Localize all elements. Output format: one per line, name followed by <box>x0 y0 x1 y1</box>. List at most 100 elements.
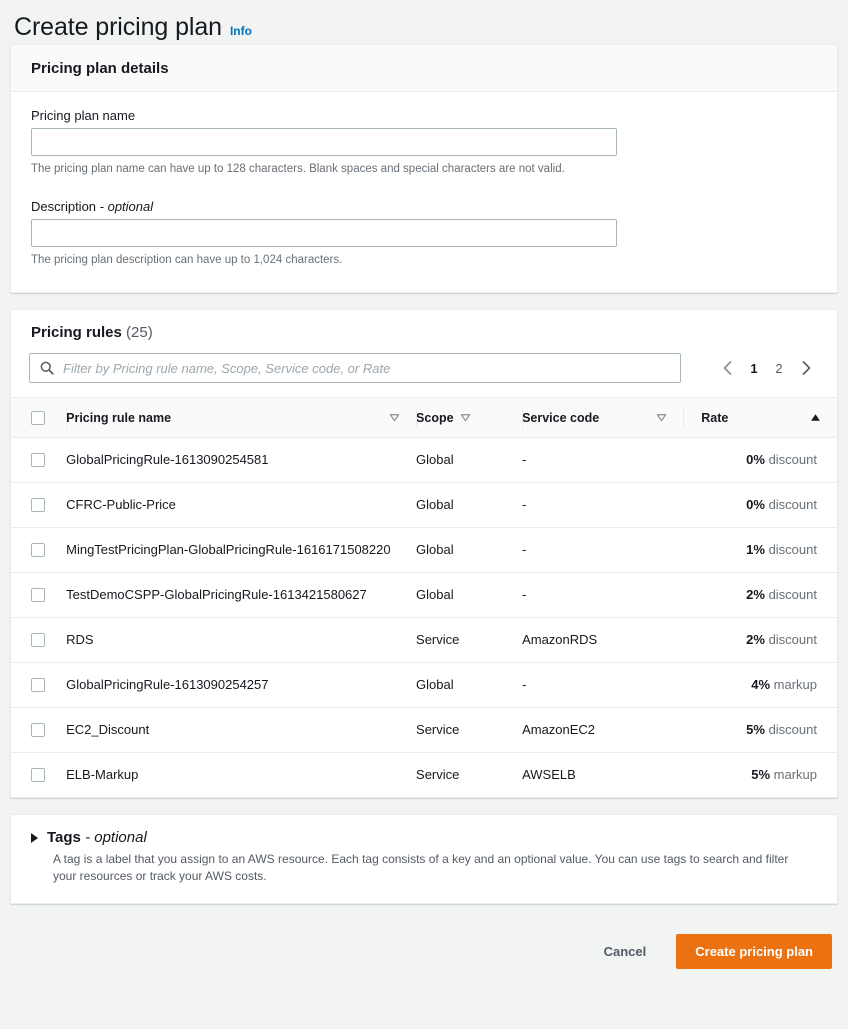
page-title: Create pricing plan <box>14 13 222 41</box>
row-checkbox[interactable] <box>31 678 45 692</box>
pricing-plan-name-field: Pricing plan name The pricing plan name … <box>31 108 817 177</box>
tags-toggle[interactable]: Tags - optional <box>31 829 817 846</box>
info-link[interactable]: Info <box>230 24 252 38</box>
cell-rate: 1% discount <box>683 527 837 573</box>
table-row[interactable]: ELB-Markup Service AWSELB 5% markup <box>11 753 837 798</box>
row-select-cell <box>11 617 67 663</box>
details-card-header: Pricing plan details <box>11 45 837 92</box>
filter-row: 1 2 <box>11 341 837 397</box>
cell-service-code: - <box>522 572 684 618</box>
tags-optional-suffix: - optional <box>85 829 147 846</box>
pagination: 1 2 <box>714 354 825 382</box>
rate-value: 5% <box>746 722 765 737</box>
column-header-scope[interactable]: Scope <box>416 397 523 438</box>
description-input[interactable] <box>31 219 617 247</box>
pricing-rules-heading: Pricing rules (25) <box>31 324 817 341</box>
row-select-cell <box>11 707 67 753</box>
sort-ascending-icon <box>810 412 821 423</box>
description-hint: The pricing plan description can have up… <box>31 254 343 266</box>
tags-description: A tag is a label that you assign to an A… <box>53 852 789 883</box>
row-checkbox[interactable] <box>31 588 45 602</box>
rate-kind: discount <box>764 542 817 557</box>
row-checkbox[interactable] <box>31 723 45 737</box>
rate-kind: discount <box>764 452 817 467</box>
cell-service-code: AmazonEC2 <box>522 707 684 753</box>
cell-pricing-rule-name: GlobalPricingRule-1613090254581 <box>66 437 417 483</box>
cell-service-code: AWSELB <box>522 767 576 782</box>
table-row[interactable]: MingTestPricingPlan-GlobalPricingRule-16… <box>11 527 837 573</box>
rate-value: 2% <box>746 632 765 647</box>
column-header-pricing-rule-name[interactable]: Pricing rule name <box>66 397 417 438</box>
cell-service-code: - <box>522 482 684 528</box>
pricing-plan-name-input[interactable] <box>31 128 617 156</box>
cell-service-code: AmazonRDS <box>522 617 684 663</box>
cell-rate: 5% markup <box>683 753 837 798</box>
rate-kind: markup <box>770 677 817 692</box>
row-checkbox[interactable] <box>31 498 45 512</box>
table-row[interactable]: RDS Service AmazonRDS 2% discount <box>11 617 837 663</box>
pagination-next-button[interactable] <box>793 354 819 382</box>
cell-scope: Service <box>416 767 460 782</box>
cell-service-code: - <box>522 527 684 573</box>
row-checkbox[interactable] <box>31 543 45 557</box>
pagination-prev-button[interactable] <box>714 354 740 382</box>
column-label-scope: Scope <box>416 410 454 425</box>
description-optional-suffix: - optional <box>99 199 154 214</box>
sort-descending-icon <box>389 412 400 423</box>
cell-pricing-rule-name: GlobalPricingRule-1613090254257 <box>66 662 417 708</box>
column-label-rate: Rate <box>701 410 729 425</box>
cell-service-code: - <box>522 437 684 483</box>
column-header-service-code[interactable]: Service code <box>522 397 684 438</box>
cell-pricing-rule-name: MingTestPricingPlan-GlobalPricingRule-16… <box>66 527 417 573</box>
cell-pricing-rule-name: RDS <box>66 617 417 663</box>
description-label-text: Description <box>31 199 97 214</box>
pricing-rules-search-input[interactable] <box>29 353 681 383</box>
create-pricing-plan-button[interactable]: Create pricing plan <box>676 934 832 969</box>
table-row[interactable]: GlobalPricingRule-1613090254257 Global - 4%… <box>11 662 837 708</box>
row-checkbox[interactable] <box>31 768 45 782</box>
form-footer: Cancel Create pricing plan <box>0 920 848 969</box>
pagination-page-2[interactable]: 2 <box>768 354 790 382</box>
table-row[interactable]: TestDemoCSPP-GlobalPricingRule-161342158… <box>11 572 837 618</box>
rate-value: 5% <box>751 767 771 782</box>
rate-kind: discount <box>764 587 817 602</box>
rate-kind: discount <box>764 722 817 737</box>
row-select-cell <box>11 527 67 573</box>
cell-scope: Global <box>416 572 523 618</box>
cell-scope: Service <box>416 707 523 753</box>
chevron-right-icon <box>802 361 810 375</box>
cell-scope: Global <box>416 527 523 573</box>
row-checkbox[interactable] <box>31 633 45 647</box>
table-row[interactable]: EC2_Discount Service AmazonEC2 5% discount <box>11 707 837 753</box>
field-spacer <box>31 183 817 199</box>
select-all-checkbox[interactable] <box>31 410 45 425</box>
column-label-pricing-rule-name: Pricing rule name <box>66 410 172 425</box>
tags-title: Tags - optional <box>47 829 147 846</box>
tags-card: Tags - optional A tag is a label that yo… <box>10 814 838 904</box>
tags-card-body: Tags - optional A tag is a label that yo… <box>11 815 837 903</box>
row-select-cell <box>11 572 67 618</box>
cancel-button[interactable]: Cancel <box>594 937 657 966</box>
row-checkbox[interactable] <box>31 453 45 467</box>
rate-value: 1% <box>746 542 765 557</box>
row-select-cell <box>11 662 67 708</box>
cell-rate: 0% discount <box>683 482 837 528</box>
column-header-rate[interactable]: Rate <box>683 397 837 438</box>
select-all-header <box>11 397 67 438</box>
pagination-page-1[interactable]: 1 <box>743 354 765 382</box>
cell-pricing-rule-name: ELB-Markup <box>66 767 139 782</box>
cell-pricing-rule-name: TestDemoCSPP-GlobalPricingRule-161342158… <box>66 572 417 618</box>
table-body: GlobalPricingRule-1613090254581 Global -0%… <box>11 437 837 798</box>
triangle-right-icon <box>31 832 38 843</box>
rate-value: 4% <box>751 677 771 692</box>
table-row[interactable]: GlobalPricingRule-1613090254581 Global -0%… <box>11 437 837 483</box>
rate-kind: discount <box>764 632 817 647</box>
rate-value: 2% <box>746 587 765 602</box>
create-pricing-plan-page: Create pricing plan Info Pricing plan de… <box>0 0 848 1029</box>
cell-scope: Global <box>416 662 523 708</box>
pricing-rules-card: Pricing rules (25) 1 2 <box>10 309 838 798</box>
table-row[interactable]: CFRC-Public-Price Global -0% discount <box>11 482 837 528</box>
cell-service-code: - <box>522 662 684 708</box>
tags-title-text: Tags <box>47 829 81 846</box>
details-card-heading: Pricing plan details <box>31 60 169 77</box>
